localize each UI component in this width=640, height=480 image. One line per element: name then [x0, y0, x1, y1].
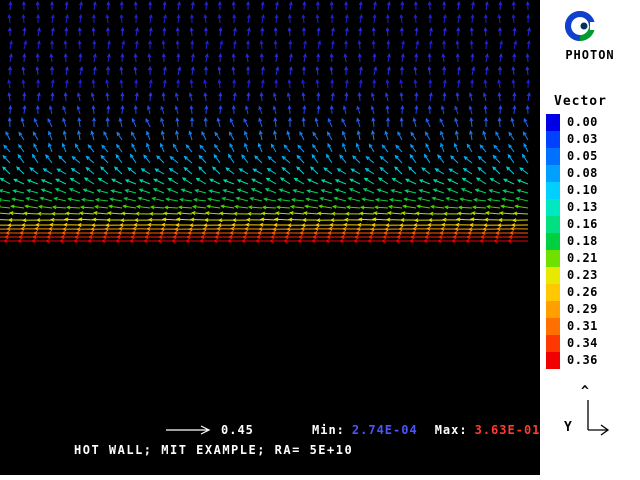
vector-row: [0, 236, 528, 239]
legend-value: 0.08: [567, 165, 598, 182]
legend-title: Vector: [554, 94, 607, 109]
vector-row: [0, 240, 528, 243]
bottom-border: [0, 475, 640, 480]
vector-row: [0, 212, 528, 216]
legend-colorbar: 0.000.030.050.080.100.130.160.180.210.23…: [546, 114, 598, 369]
legend-entry: 0.08: [546, 165, 598, 182]
vector-row: [4, 144, 528, 152]
legend-swatch: [546, 318, 560, 335]
vector-row: [8, 93, 530, 101]
max-value: 3.63E-01: [475, 423, 541, 437]
legend-swatch: [546, 216, 560, 233]
legend-value: 0.10: [567, 182, 598, 199]
legend-entry: 0.23: [546, 267, 598, 284]
vector-row: [0, 232, 528, 235]
vector-row: [9, 54, 529, 62]
vector-row: [3, 167, 528, 174]
y-axis-icon: [580, 398, 616, 440]
legend-entry: 0.18: [546, 233, 598, 250]
vector-row: [0, 223, 528, 226]
photon-logo-icon: [562, 8, 598, 46]
legend-value: 0.29: [567, 301, 598, 318]
legend-value: 0.21: [567, 250, 598, 267]
legend-swatch: [546, 301, 560, 318]
vector-row: [8, 118, 528, 127]
legend-entry: 0.00: [546, 114, 598, 131]
legend-value: 0.00: [567, 114, 598, 131]
photon-window: 0.45 Min: 2.74E-04 Max: 3.63E-01 HOT WAL…: [0, 0, 640, 480]
legend-swatch: [546, 267, 560, 284]
axis-up-caret-icon: ^: [581, 384, 589, 399]
vector-field-plot: [0, 0, 540, 474]
axis-label: Y: [564, 420, 572, 435]
legend-panel: PHOTON Vector 0.000.030.050.080.100.130.…: [540, 0, 640, 480]
vector-row: [1, 178, 529, 184]
legend-entry: 0.05: [546, 148, 598, 165]
legend-entry: 0.34: [546, 335, 598, 352]
vector-row: [6, 131, 528, 140]
legend-value: 0.03: [567, 131, 598, 148]
vector-row: [9, 67, 530, 75]
vector-row: [0, 205, 528, 209]
legend-swatch: [546, 165, 560, 182]
legend-value: 0.36: [567, 352, 598, 369]
min-value: 2.74E-04: [352, 423, 418, 437]
legend-entry: 0.36: [546, 352, 598, 369]
legend-entry: 0.03: [546, 131, 598, 148]
vector-row: [0, 227, 528, 231]
vector-row: [8, 28, 530, 36]
legend-entry: 0.29: [546, 301, 598, 318]
vector-row: [0, 218, 528, 222]
vector-row: [9, 106, 529, 114]
vector-row: [0, 197, 528, 201]
vector-row: [9, 41, 530, 49]
legend-swatch: [546, 352, 560, 369]
vector-row: [8, 15, 530, 23]
legend-swatch: [546, 114, 560, 131]
plot-caption: HOT WALL; MIT EXAMPLE; RA= 5E+10: [74, 443, 353, 457]
legend-swatch: [546, 182, 560, 199]
max-label: Max:: [435, 423, 468, 437]
legend-value: 0.13: [567, 199, 598, 216]
vector-row: [0, 189, 528, 193]
legend-swatch: [546, 250, 560, 267]
scale-reference: 0.45: [166, 423, 254, 437]
legend-entry: 0.31: [546, 318, 598, 335]
legend-value: 0.23: [567, 267, 598, 284]
legend-swatch: [546, 148, 560, 165]
legend-entry: 0.21: [546, 250, 598, 267]
legend-swatch: [546, 233, 560, 250]
legend-swatch: [546, 199, 560, 216]
legend-value: 0.18: [567, 233, 598, 250]
legend-entry: 0.26: [546, 284, 598, 301]
vector-row: [9, 2, 530, 10]
logo-label: PHOTON: [540, 48, 640, 62]
scale-value: 0.45: [221, 423, 254, 437]
minmax-readout: Min: 2.74E-04 Max: 3.63E-01: [312, 423, 540, 437]
legend-entry: 0.16: [546, 216, 598, 233]
legend-value: 0.26: [567, 284, 598, 301]
min-label: Min:: [312, 423, 345, 437]
legend-entry: 0.13: [546, 199, 598, 216]
scale-arrow-icon: [166, 425, 216, 435]
legend-swatch: [546, 131, 560, 148]
vector-row: [8, 80, 530, 88]
legend-value: 0.16: [567, 216, 598, 233]
legend-value: 0.05: [567, 148, 598, 165]
legend-swatch: [546, 284, 560, 301]
vector-row: [3, 155, 528, 163]
legend-value: 0.31: [567, 318, 598, 335]
legend-entry: 0.10: [546, 182, 598, 199]
legend-value: 0.34: [567, 335, 598, 352]
legend-swatch: [546, 335, 560, 352]
